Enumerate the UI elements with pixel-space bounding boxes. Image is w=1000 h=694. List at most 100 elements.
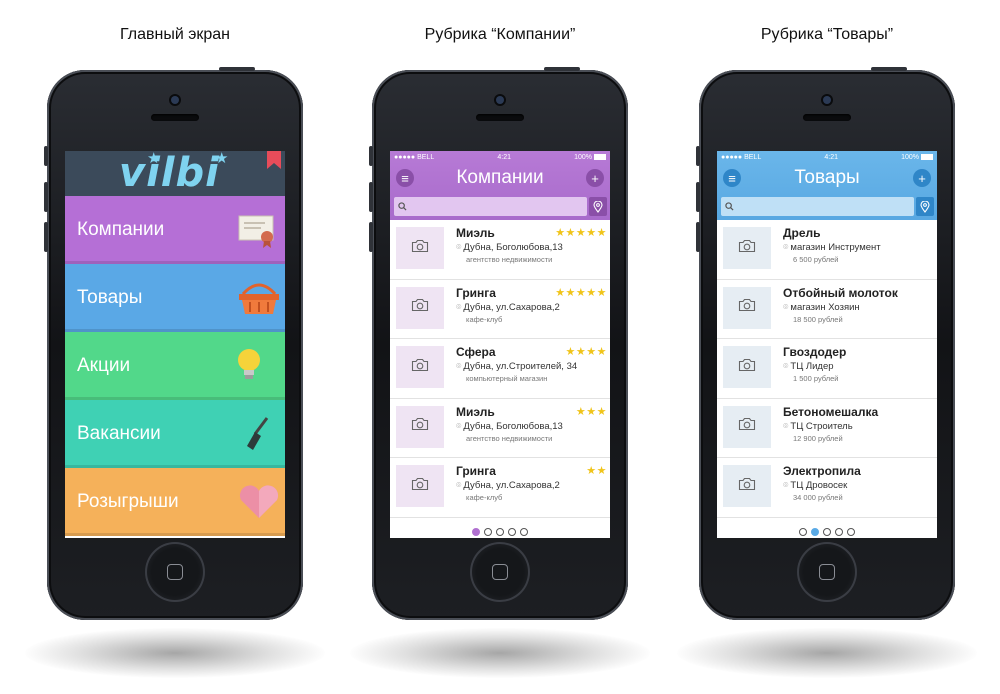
company-address: ⌾ Дубна, ул.Строителей, 34 bbox=[456, 361, 577, 372]
page-dot[interactable] bbox=[484, 528, 492, 536]
volume-up-button bbox=[44, 182, 48, 212]
add-icon[interactable]: + bbox=[913, 169, 931, 187]
signal-icon: ●●●●● bbox=[721, 153, 743, 161]
nav-bar: ≡ Товары + bbox=[717, 163, 937, 193]
add-icon[interactable]: + bbox=[586, 169, 604, 187]
list-item[interactable]: Бетономешалка ⌾ ТЦ Строитель 12 900 рублей bbox=[717, 399, 937, 458]
company-name: Миэль bbox=[456, 226, 495, 240]
search-input[interactable] bbox=[721, 197, 914, 216]
home-button[interactable] bbox=[470, 542, 530, 602]
status-bar: ●●●●● BELL 4:21 100% bbox=[717, 151, 937, 163]
photo-placeholder bbox=[396, 405, 444, 448]
company-category: агентство недвижимости bbox=[466, 255, 553, 264]
page-dot[interactable] bbox=[472, 528, 480, 536]
store-text: ТЦ Строитель bbox=[790, 420, 853, 432]
company-name: Сфера bbox=[456, 345, 496, 359]
location-pin-icon: ⌾ bbox=[783, 480, 789, 490]
location-pin-icon: ⌾ bbox=[783, 420, 789, 431]
list-item[interactable]: Сфера ★★★★ ⌾ Дубна, ул.Строителей, 34 компью… bbox=[390, 339, 610, 399]
page-dot[interactable] bbox=[823, 528, 831, 536]
company-address: ⌾ Дубна, Боголюбова,13 bbox=[456, 242, 563, 253]
photo-placeholder bbox=[723, 286, 771, 329]
search-input[interactable] bbox=[394, 197, 587, 216]
location-pin-icon: ⌾ bbox=[456, 242, 462, 252]
battery-icon bbox=[593, 153, 606, 160]
page-dot[interactable] bbox=[835, 528, 843, 536]
page-dot[interactable] bbox=[811, 528, 819, 536]
product-price: 34 000 рублей bbox=[793, 493, 843, 502]
front-camera bbox=[496, 96, 504, 104]
phone-shadow bbox=[677, 628, 977, 678]
list-item[interactable]: Миэль ★★★ ⌾ Дубна, Боголюбова,13 агентство н… bbox=[390, 399, 610, 458]
list-item[interactable]: Гринга ★★ ⌾ Дубна, ул.Сахарова,2 кафе-клуб bbox=[390, 458, 610, 518]
list-item[interactable]: Миэль ★★★★★ ⌾ Дубна, Боголюбова,13 агентство… bbox=[390, 220, 610, 280]
photo-placeholder bbox=[723, 227, 771, 269]
carrier-label: BELL bbox=[417, 153, 435, 161]
status-time: 4:21 bbox=[497, 153, 511, 161]
home-button[interactable] bbox=[145, 542, 205, 602]
phone-companies: ●●●●● BELL 4:21 100% ≡ Компании + Миэль ★… bbox=[369, 67, 628, 620]
camera-icon bbox=[411, 239, 429, 258]
company-name: Гринга bbox=[456, 464, 496, 478]
page-dot[interactable] bbox=[520, 528, 528, 536]
front-camera bbox=[823, 96, 831, 104]
companies-screen: ●●●●● BELL 4:21 100% ≡ Компании + Миэль ★… bbox=[390, 151, 610, 538]
location-pin-button[interactable] bbox=[916, 197, 934, 216]
company-category: кафе-клуб bbox=[466, 493, 503, 502]
volume-up-button bbox=[369, 182, 373, 212]
goods-list: Дрель ⌾ магазин Инструмент 6 500 рублей Отбо… bbox=[717, 220, 937, 518]
phone-main: ★ ★ vilbi Компании Товары Акции Вакансии Роз… bbox=[44, 67, 303, 620]
location-pin-icon: ⌾ bbox=[783, 242, 789, 252]
location-pin-icon: ⌾ bbox=[456, 301, 462, 312]
main-screen: ★ ★ vilbi Компании Товары Акции Вакансии Роз… bbox=[65, 151, 285, 538]
camera-icon bbox=[738, 417, 756, 436]
list-item[interactable]: Электропила ⌾ ТЦ Дровосек 34 000 рублей bbox=[717, 458, 937, 518]
camera-icon bbox=[738, 477, 756, 496]
store-text: магазин Инструмент bbox=[790, 242, 881, 253]
page-dot[interactable] bbox=[847, 528, 855, 536]
battery-icon bbox=[920, 153, 933, 160]
list-item[interactable]: Гринга ★★★★★ ⌾ Дубна, ул.Сахарова,2 кафе-клу… bbox=[390, 280, 610, 339]
heart-icon bbox=[233, 482, 285, 522]
photo-placeholder bbox=[723, 405, 771, 448]
page-title: Компании bbox=[456, 167, 544, 188]
menu-tile-lightbulb[interactable]: Акции bbox=[65, 332, 285, 400]
page-indicator bbox=[717, 528, 937, 536]
location-pin-button[interactable] bbox=[589, 197, 607, 216]
search-icon bbox=[725, 202, 734, 211]
product-price: 6 500 рублей bbox=[793, 255, 839, 264]
page-dot[interactable] bbox=[799, 528, 807, 536]
list-item[interactable]: Гвоздодер ⌾ ТЦ Лидер 1 500 рублей bbox=[717, 339, 937, 399]
rating-stars: ★★ bbox=[586, 465, 607, 477]
address-text: Дубна, Боголюбова,13 bbox=[463, 420, 563, 432]
menu-icon[interactable]: ≡ bbox=[396, 169, 414, 187]
phone-goods: ●●●●● BELL 4:21 100% ≡ Товары + Дрель ⌾ ма… bbox=[696, 67, 955, 620]
lightbulb-icon bbox=[233, 346, 285, 386]
photo-placeholder bbox=[396, 227, 444, 269]
camera-icon bbox=[738, 298, 756, 317]
page-dot[interactable] bbox=[508, 528, 516, 536]
menu-icon[interactable]: ≡ bbox=[723, 169, 741, 187]
nav-bar: ≡ Компании + bbox=[390, 163, 610, 193]
menu-tile-screwdriver[interactable]: Вакансии bbox=[65, 400, 285, 468]
goods-screen: ●●●●● BELL 4:21 100% ≡ Товары + Дрель ⌾ ма… bbox=[717, 151, 937, 538]
menu-tile-basket[interactable]: Товары bbox=[65, 264, 285, 332]
page-dot[interactable] bbox=[496, 528, 504, 536]
photo-placeholder bbox=[396, 346, 444, 388]
home-button[interactable] bbox=[797, 542, 857, 602]
list-item[interactable]: Дрель ⌾ магазин Инструмент 6 500 рублей bbox=[717, 220, 937, 280]
basket-icon bbox=[233, 278, 285, 318]
companies-list: Миэль ★★★★★ ⌾ Дубна, Боголюбова,13 агентство… bbox=[390, 220, 610, 518]
location-pin-icon bbox=[920, 200, 930, 213]
location-pin-icon: ⌾ bbox=[783, 361, 789, 371]
menu-tile-heart[interactable]: Розыгрыши bbox=[65, 468, 285, 536]
rating-stars: ★★★★★ bbox=[555, 227, 607, 239]
battery-label: 100% bbox=[901, 153, 920, 161]
company-name: Гринга bbox=[456, 285, 496, 300]
volume-down-button bbox=[369, 222, 373, 252]
menu-tile-certificate[interactable]: Компании bbox=[65, 196, 285, 264]
list-item[interactable]: Отбойный молоток ⌾ магазин Хозяин 18 500 ру… bbox=[717, 280, 937, 339]
bookmark-icon[interactable] bbox=[267, 151, 281, 169]
signal-icon: ●●●●● bbox=[394, 153, 416, 161]
front-camera bbox=[171, 96, 179, 104]
